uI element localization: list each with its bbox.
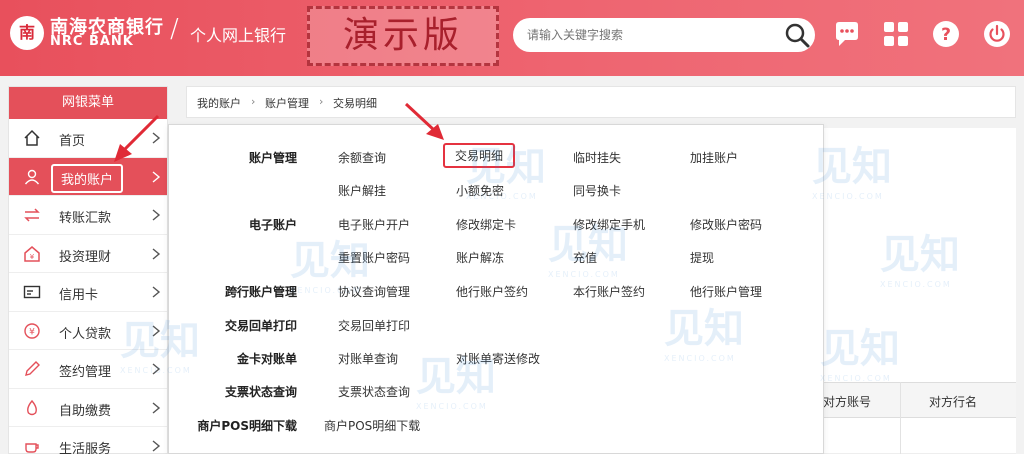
menu-item-this-bank-sign[interactable]: 本行账户签约 [573,283,645,300]
menu-category: 商户POS明细下载 [197,419,297,433]
user-icon [24,169,40,184]
menu-item-modify-card[interactable]: 修改绑定卡 [456,216,516,233]
sidebar: 网银菜单 首页 我的账户 转账汇款 ¥ 投资理财 信用卡 ¥ 个人贷款 签约管理… [8,86,168,454]
menu-item-check-status[interactable]: 支票状态查询 [338,383,410,400]
sidebar-item-transfer[interactable]: 转账汇款 [9,196,167,235]
chevron-right-icon [152,363,161,375]
power-icon[interactable] [982,19,1012,49]
sidebar-item-label: 自助缴费 [59,403,112,419]
table-row [805,418,1016,454]
sidebar-item-label: 签约管理 [59,365,112,380]
search-box [513,18,815,52]
menu-item-withdraw[interactable]: 提现 [690,249,714,266]
sidebar-item-my-account[interactable]: 我的账户 [9,157,167,196]
transfer-icon [24,208,40,222]
sidebar-item-label: 投资理财 [59,249,112,265]
menu-item-other-bank-manage[interactable]: 他行账户管理 [690,283,762,300]
menu-item-add-account[interactable]: 加挂账户 [690,149,738,166]
sidebar-item-label: 首页 [59,134,86,149]
apps-icon[interactable] [881,19,911,49]
column-divider [900,382,901,454]
menu-item-temp-loss[interactable]: 临时挂失 [573,149,621,166]
menu-item-card-replace[interactable]: 同号换卡 [573,182,621,199]
menu-item-pos-download[interactable]: 商户POS明细下载 [324,417,420,434]
sidebar-item-home[interactable]: 首页 [9,119,167,158]
message-icon[interactable] [832,19,862,49]
payment-icon [27,399,37,415]
chevron-right-icon [152,170,161,183]
sidebar-item-label: 信用卡 [59,288,99,303]
menu-item-reset-password[interactable]: 重置账户密码 [338,249,410,266]
menu-item-protocol-query[interactable]: 协议查询管理 [338,283,410,300]
menu-category: 跨行账户管理 [224,285,297,299]
menu-item-e-account-open[interactable]: 电子账户开户 [338,216,410,233]
loan-icon: ¥ [24,322,40,339]
menu-category: 金卡对账单 [236,352,297,366]
chevron-right-icon [152,324,161,337]
chevron-right-icon [152,401,161,414]
breadcrumb-item: 交易明细 [333,97,377,110]
sidebar-item-label: 个人贷款 [59,326,112,342]
chevron-right-icon [152,209,161,221]
sign-icon [25,361,40,376]
invest-icon: ¥ [24,245,40,262]
menu-item-topup[interactable]: 充值 [573,249,597,266]
menu-item-statement-mail[interactable]: 对账单寄送修改 [456,350,540,367]
column-header: 对方行名 [929,395,978,409]
account-dropdown-menu: 账户管理 电子账户 跨行账户管理 交易回单打印 金卡对账单 支票状态查询 商户P… [168,124,824,454]
search-input[interactable] [527,25,777,45]
chevron-right-icon [152,247,161,260]
svg-text:¥: ¥ [29,327,35,337]
sidebar-item-label: 我的账户 [51,163,124,193]
breadcrumb-separator: › [319,95,324,108]
sidebar-item-loan[interactable]: ¥ 个人贷款 [9,312,167,350]
menu-category: 支票状态查询 [224,385,297,399]
sidebar-title: 网银菜单 [9,87,167,119]
breadcrumb-separator: › [251,95,256,108]
menu-category: 账户管理 [248,151,297,165]
menu-item-receipt-print[interactable]: 交易回单打印 [338,317,410,334]
chevron-right-icon [152,286,161,298]
menu-item-balance[interactable]: 余额查询 [338,149,386,166]
sidebar-item-life[interactable]: 生活服务 [9,427,167,454]
demo-stamp: 演示版 [307,6,499,66]
sidebar-item-payment[interactable]: 自助缴费 [9,389,167,427]
transaction-table-header: 对方账号 对方行名 [805,382,1016,418]
header: 南 南海农商银行 NRC BANK / 个人网上银行 演示版 ? [0,0,1024,76]
menu-item-small-nopwd[interactable]: 小额免密 [456,182,504,199]
sidebar-item-sign[interactable]: 签约管理 [9,350,167,389]
home-icon [24,129,40,146]
sidebar-item-invest[interactable]: ¥ 投资理财 [9,235,167,273]
help-icon[interactable]: ? [931,19,961,49]
chevron-right-icon [152,132,161,144]
breadcrumb-item[interactable]: 我的账户 [197,95,241,111]
svg-text:¥: ¥ [30,253,35,261]
menu-item-other-bank-sign[interactable]: 他行账户签约 [456,283,528,300]
menu-category: 电子账户 [248,218,297,232]
menu-category: 交易回单打印 [224,319,297,333]
menu-item-unlink[interactable]: 账户解挂 [338,182,386,199]
sidebar-item-credit-card[interactable]: 信用卡 [9,273,167,312]
sidebar-item-label: 转账汇款 [59,211,112,226]
bank-name-en: NRC BANK [50,34,134,49]
site-subtitle: 个人网上银行 [190,26,287,45]
menu-item-modify-password[interactable]: 修改账户密码 [690,216,762,233]
menu-item-transaction-detail[interactable]: 交易明细 [443,143,516,168]
bank-logo-icon[interactable]: 南 [10,16,44,50]
menu-item-statement-query[interactable]: 对账单查询 [338,350,398,367]
card-icon [23,285,41,299]
menu-item-unfreeze[interactable]: 账户解冻 [456,249,504,266]
menu-item-modify-phone[interactable]: 修改绑定手机 [573,216,645,233]
column-header: 对方账号 [823,395,872,409]
sidebar-item-label: 生活服务 [59,442,112,454]
svg-text:?: ? [941,25,951,45]
breadcrumb-item[interactable]: 账户管理 [265,95,309,111]
search-icon[interactable] [783,21,811,49]
chevron-right-icon [152,440,161,452]
coffee-icon [25,443,39,453]
breadcrumb: 我的账户 › 账户管理 › 交易明细 [186,86,1016,118]
title-divider: / [170,14,179,44]
